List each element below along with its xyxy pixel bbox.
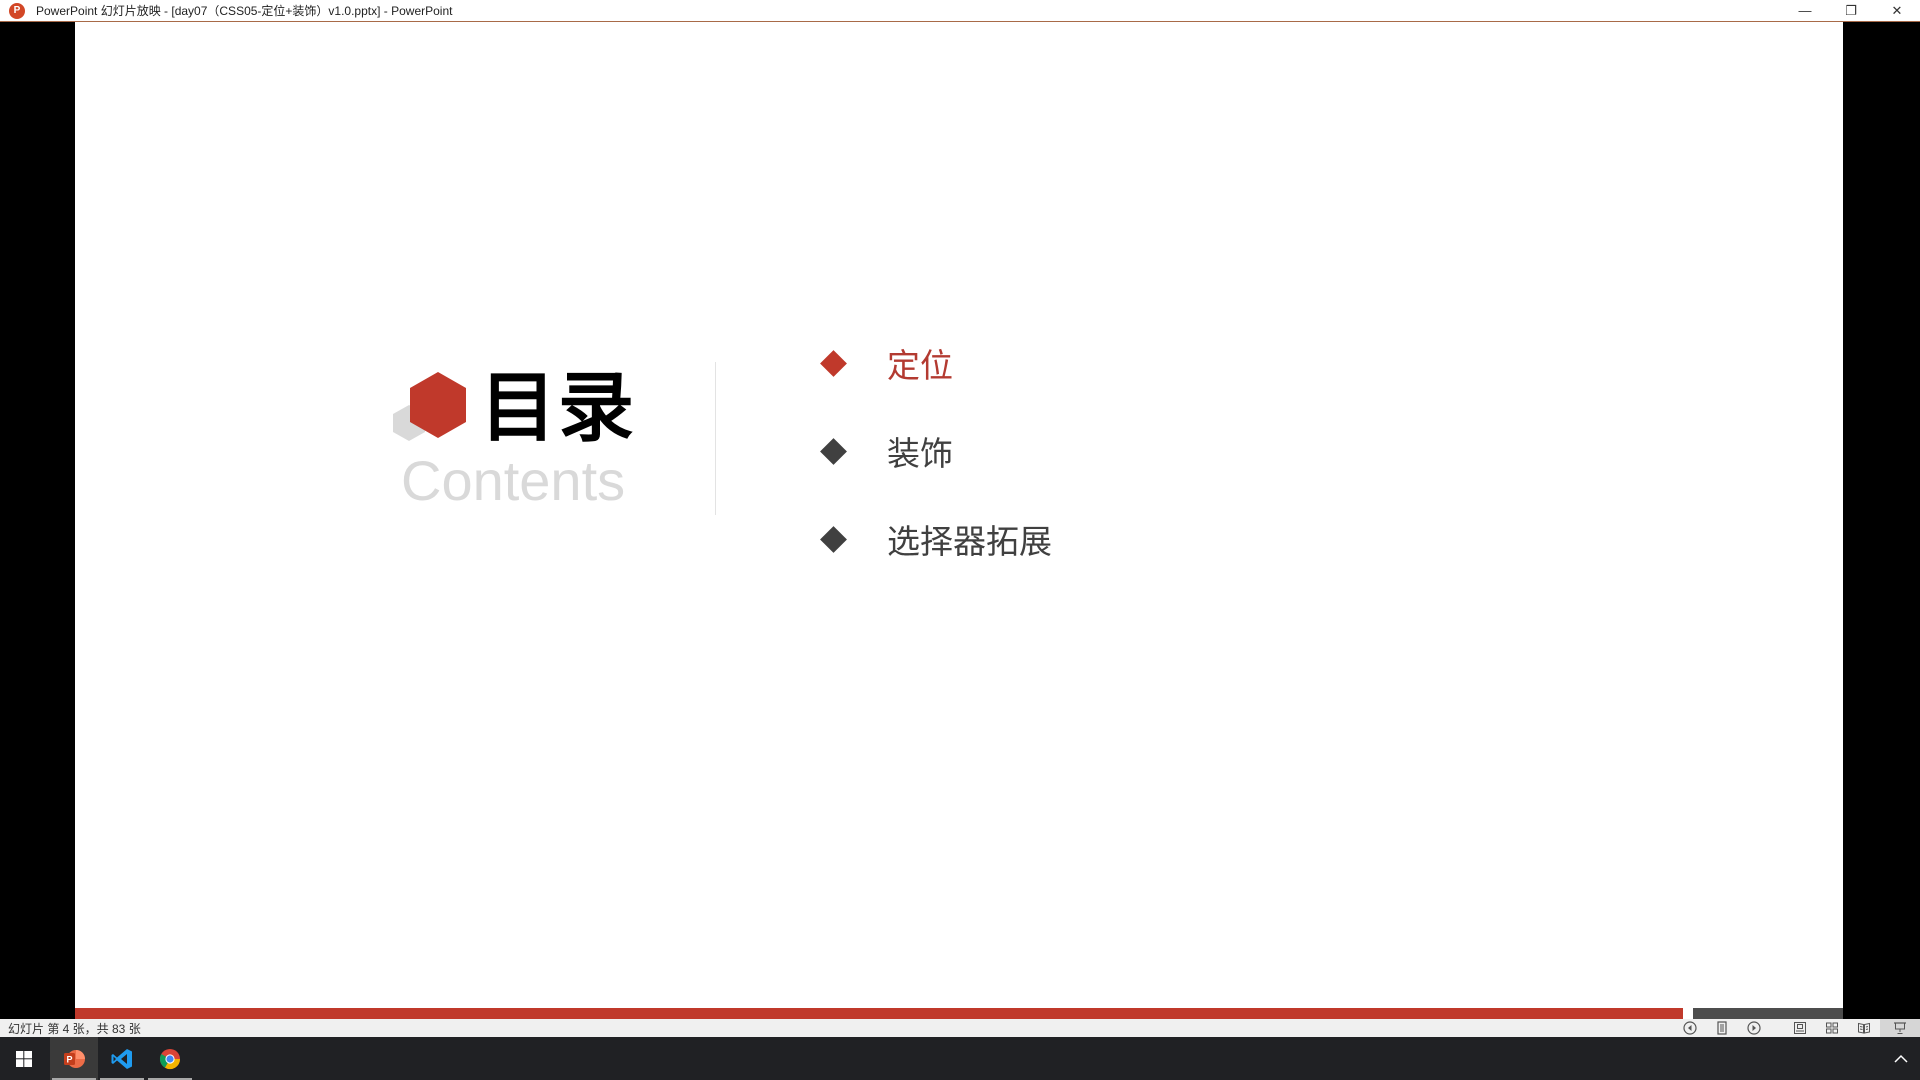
progress-bar-filled (75, 1008, 1683, 1019)
system-tray (1894, 1037, 1908, 1080)
toc-item-label: 定位 (887, 346, 953, 385)
toc-item-label: 选择器拓展 (887, 522, 1052, 561)
slide[interactable]: 目录 Contents 定位 装饰 选择器拓展 (75, 22, 1843, 1019)
slideshow-button[interactable] (1880, 1019, 1920, 1037)
normal-view-button[interactable] (1784, 1019, 1816, 1037)
title-bar: P PowerPoint 幻灯片放映 - [day07（CSS05-定位+装饰）… (0, 0, 1920, 22)
toc-item-decoration[interactable]: 装饰 (819, 429, 953, 473)
next-icon (1747, 1021, 1761, 1035)
slideshow-stage: 目录 Contents 定位 装饰 选择器拓展 (0, 22, 1920, 1019)
window-title: PowerPoint 幻灯片放映 - [day07（CSS05-定位+装饰）v1… (36, 4, 453, 18)
diamond-bullet-icon (820, 437, 847, 465)
toc-item-positioning[interactable]: 定位 (819, 341, 953, 385)
vertical-divider (715, 362, 716, 515)
chrome-icon (159, 1048, 181, 1069)
toc-item-label: 装饰 (887, 434, 953, 473)
show-hidden-icons-chevron-up-icon[interactable] (1894, 1054, 1908, 1064)
red-hexagon-decoration (410, 372, 466, 438)
previous-icon (1683, 1021, 1697, 1035)
vscode-icon (111, 1048, 132, 1069)
notes-icon (1717, 1021, 1727, 1035)
start-button[interactable] (0, 1037, 48, 1080)
reading-view-button[interactable] (1848, 1019, 1880, 1037)
progress-bar-remaining (1693, 1008, 1843, 1019)
taskbar: P (0, 1037, 1920, 1080)
slide-sorter-button[interactable] (1816, 1019, 1848, 1037)
status-bar-controls (1674, 1019, 1920, 1037)
powerpoint-icon: P (64, 1049, 85, 1068)
slideshow-icon (1894, 1022, 1906, 1034)
taskbar-powerpoint[interactable]: P (50, 1037, 98, 1080)
normal-view-icon (1794, 1022, 1806, 1034)
reading-view-icon (1858, 1022, 1870, 1034)
previous-slide-button[interactable] (1674, 1019, 1706, 1037)
taskbar-chrome[interactable] (146, 1037, 194, 1080)
close-button[interactable]: ✕ (1874, 0, 1920, 21)
toc-item-selector-extension[interactable]: 选择器拓展 (819, 517, 1052, 561)
svg-text:P: P (66, 1054, 72, 1064)
windows-logo-icon (16, 1050, 32, 1067)
powerpoint-app-icon[interactable]: P (9, 2, 25, 19)
minimize-button[interactable]: — (1782, 0, 1828, 21)
notes-button[interactable] (1706, 1019, 1738, 1037)
taskbar-vscode[interactable] (98, 1037, 146, 1080)
next-slide-button[interactable] (1738, 1019, 1770, 1037)
slide-sorter-icon (1826, 1022, 1838, 1034)
status-bar: 幻灯片 第 4 张，共 83 张 (0, 1019, 1920, 1037)
restore-button[interactable]: ❐ (1828, 0, 1874, 21)
toc-subtitle: Contents (401, 449, 626, 512)
diamond-bullet-icon (820, 349, 847, 377)
slide-counter: 幻灯片 第 4 张，共 83 张 (8, 1021, 141, 1036)
diamond-bullet-icon (820, 525, 847, 553)
window-controls: — ❐ ✕ (1782, 0, 1920, 21)
toc-title: 目录 (480, 363, 636, 452)
